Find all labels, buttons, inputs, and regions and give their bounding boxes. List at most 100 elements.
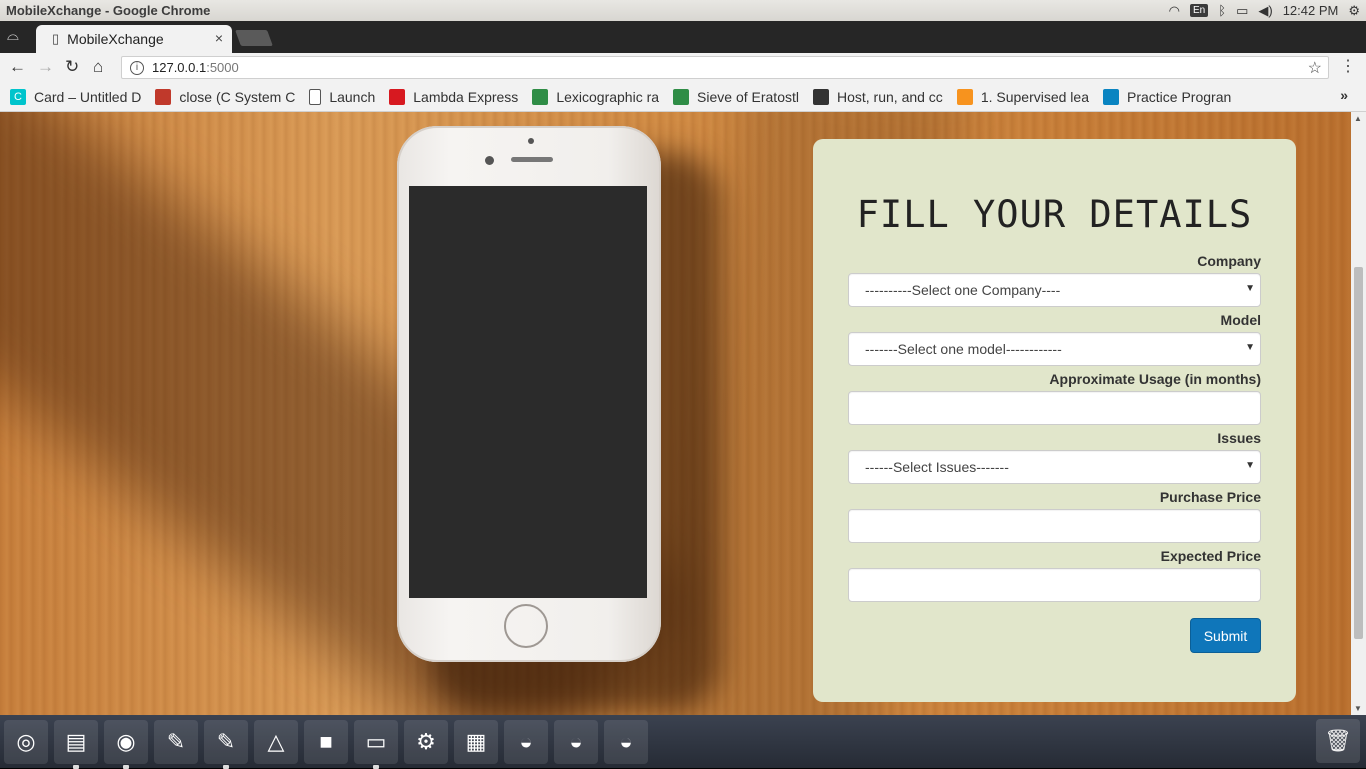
text-editor-icon[interactable]: ✎ bbox=[154, 719, 198, 764]
volume-icon[interactable]: ◀) bbox=[1258, 3, 1272, 19]
geeks-icon bbox=[532, 88, 549, 105]
chevron-down-icon: ▼ bbox=[1245, 283, 1255, 294]
page-icon bbox=[309, 88, 322, 105]
tab-title: MobileXchange bbox=[67, 31, 164, 47]
bookmark-item[interactable]: Host, run, and cc bbox=[812, 88, 943, 105]
clock[interactable]: 12:42 PM bbox=[1283, 3, 1339, 18]
bookmark-item[interactable]: Practice Progran bbox=[1103, 88, 1232, 105]
launcher-dock: ◎ ▤ ◉ ✎ ✎ △ ■ ▭ ⚙ ▦ ◒ ◒ ◒ 🗑 bbox=[0, 715, 1366, 769]
tab-mobilexchange[interactable]: ▯ MobileXchange × bbox=[36, 25, 232, 53]
reload-icon[interactable]: ↻ bbox=[65, 57, 79, 77]
trash-icon[interactable]: 🗑 bbox=[1316, 719, 1360, 763]
purchase-price-label: Purchase Price bbox=[1159, 489, 1261, 505]
practice-icon bbox=[1103, 88, 1119, 105]
chrome-menu-icon[interactable]: ⋮ bbox=[1340, 56, 1356, 76]
workspace-icon[interactable]: ▦ bbox=[454, 719, 498, 764]
address-bar[interactable]: i 127.0.0.1 :5000 ☆ bbox=[121, 56, 1329, 79]
intellij-icon[interactable]: ■ bbox=[304, 719, 348, 764]
window-title: MobileXchange - Google Chrome bbox=[6, 3, 211, 18]
details-form-card: FILL YOUR DETAILS Company ----------Sele… bbox=[813, 139, 1296, 702]
chrome-icon[interactable]: ◉ bbox=[104, 719, 148, 769]
scrollbar-thumb[interactable] bbox=[1354, 267, 1363, 639]
files-icon[interactable]: ▤ bbox=[54, 719, 98, 769]
bookmark-label: Launch bbox=[329, 88, 376, 105]
phone-speaker bbox=[511, 157, 553, 162]
lambda-icon bbox=[389, 88, 406, 105]
canva-icon: C bbox=[10, 88, 26, 105]
text-editor-icon[interactable]: ✎ bbox=[204, 719, 248, 769]
bookmark-label: close (C System C bbox=[179, 88, 296, 105]
usage-input[interactable] bbox=[848, 391, 1261, 425]
bookmark-item[interactable]: Lexicographic ra bbox=[532, 88, 660, 105]
bookmark-item[interactable]: 1. Supervised lea bbox=[956, 88, 1089, 105]
settings-icon[interactable]: ⚙ bbox=[404, 719, 448, 764]
wifi-icon[interactable]: ◠ bbox=[1169, 3, 1180, 19]
page-viewport: FILL YOUR DETAILS Company ----------Sele… bbox=[0, 112, 1351, 715]
tab-strip: ⌓ ▯ MobileXchange × bbox=[0, 21, 1366, 53]
bluetooth-icon[interactable]: ᛒ bbox=[1218, 3, 1226, 18]
new-tab-button[interactable] bbox=[235, 30, 273, 46]
bookmark-star-icon[interactable]: ☆ bbox=[1308, 58, 1322, 78]
bookmarks-overflow-icon[interactable]: » bbox=[1340, 87, 1348, 103]
company-selected-value: ----------Select one Company---- bbox=[865, 282, 1061, 298]
bookmark-item[interactable]: C Card – Untitled D bbox=[10, 88, 142, 105]
page-scrollbar[interactable]: ▲ ▼ bbox=[1351, 112, 1366, 715]
page-icon: ▯ bbox=[52, 31, 60, 46]
android-studio-icon[interactable]: △ bbox=[254, 719, 298, 764]
bookmark-label: Practice Progran bbox=[1127, 88, 1232, 105]
battery-icon[interactable]: ▭ bbox=[1236, 3, 1248, 19]
bug-icon bbox=[155, 88, 172, 105]
chevron-down-icon: ▼ bbox=[1245, 342, 1255, 353]
url-port: :5000 bbox=[206, 60, 239, 75]
home-icon[interactable]: ⌂ bbox=[93, 57, 103, 77]
expected-price-label: Expected Price bbox=[1160, 548, 1261, 564]
bookmark-label: Host, run, and cc bbox=[836, 88, 943, 105]
host-icon bbox=[812, 88, 829, 105]
bookmark-label: Sieve of Eratostl bbox=[697, 88, 799, 105]
drive-icon[interactable]: ◒ bbox=[554, 719, 598, 764]
bookmark-label: Lambda Express bbox=[413, 88, 519, 105]
scroll-up-icon[interactable]: ▲ bbox=[1354, 114, 1362, 123]
terminal-icon[interactable]: ▭ bbox=[354, 719, 398, 769]
model-label: Model bbox=[1220, 312, 1261, 328]
bookmark-item[interactable]: Lambda Express bbox=[389, 88, 519, 105]
drive-icon[interactable]: ◒ bbox=[604, 719, 648, 764]
bookmark-label: Card – Untitled D bbox=[34, 88, 142, 105]
bookmark-item[interactable]: close (C System C bbox=[155, 88, 296, 105]
phone-screen bbox=[409, 186, 647, 598]
bookmark-label: 1. Supervised lea bbox=[980, 88, 1089, 105]
phone-home-button bbox=[504, 604, 548, 648]
url-host: 127.0.0.1 bbox=[152, 60, 207, 75]
sklearn-icon bbox=[956, 88, 973, 105]
close-tab-icon[interactable]: × bbox=[215, 30, 223, 46]
bookmark-item[interactable]: Launch bbox=[309, 88, 376, 105]
issues-select[interactable]: ------Select Issues------- ▼ bbox=[848, 450, 1261, 484]
submit-button[interactable]: Submit bbox=[1190, 618, 1261, 653]
usage-label: Approximate Usage (in months) bbox=[1049, 371, 1261, 387]
scroll-down-icon[interactable]: ▼ bbox=[1354, 704, 1362, 713]
company-select[interactable]: ----------Select one Company---- ▼ bbox=[848, 273, 1261, 307]
drive-icon[interactable]: ◒ bbox=[504, 719, 548, 764]
phone-camera bbox=[485, 156, 494, 165]
ubuntu-logo-icon[interactable]: ◎ bbox=[4, 719, 48, 764]
purchase-price-input[interactable] bbox=[848, 509, 1261, 543]
incognito-icon: ⌓ bbox=[7, 27, 19, 44]
bookmarks-bar: C Card – Untitled D close (C System C Launc… bbox=[0, 82, 1366, 112]
site-info-icon[interactable]: i bbox=[130, 60, 144, 75]
chevron-down-icon: ▼ bbox=[1245, 460, 1255, 471]
bookmark-item[interactable]: Sieve of Eratostl bbox=[673, 88, 799, 105]
system-top-panel: MobileXchange - Google Chrome ◠ En ᛒ ▭ ◀… bbox=[0, 0, 1366, 21]
company-label: Company bbox=[1197, 253, 1261, 269]
issues-label: Issues bbox=[1217, 430, 1261, 446]
expected-price-input[interactable] bbox=[848, 568, 1261, 602]
browser-toolbar: ← → ↻ ⌂ i 127.0.0.1 :5000 ☆ ⋮ bbox=[0, 53, 1366, 82]
forward-arrow-icon[interactable]: → bbox=[37, 57, 54, 77]
gear-icon[interactable]: ⚙ bbox=[1348, 3, 1360, 19]
geeks-icon bbox=[673, 88, 690, 105]
back-arrow-icon[interactable]: ← bbox=[9, 57, 26, 77]
system-indicators: ◠ En ᛒ ▭ ◀) 12:42 PM ⚙ bbox=[1169, 0, 1360, 21]
model-select[interactable]: -------Select one model------------ ▼ bbox=[848, 332, 1261, 366]
issues-selected-value: ------Select Issues------- bbox=[865, 459, 1009, 475]
keyboard-layout-indicator[interactable]: En bbox=[1190, 4, 1209, 17]
bookmark-label: Lexicographic ra bbox=[556, 88, 660, 105]
